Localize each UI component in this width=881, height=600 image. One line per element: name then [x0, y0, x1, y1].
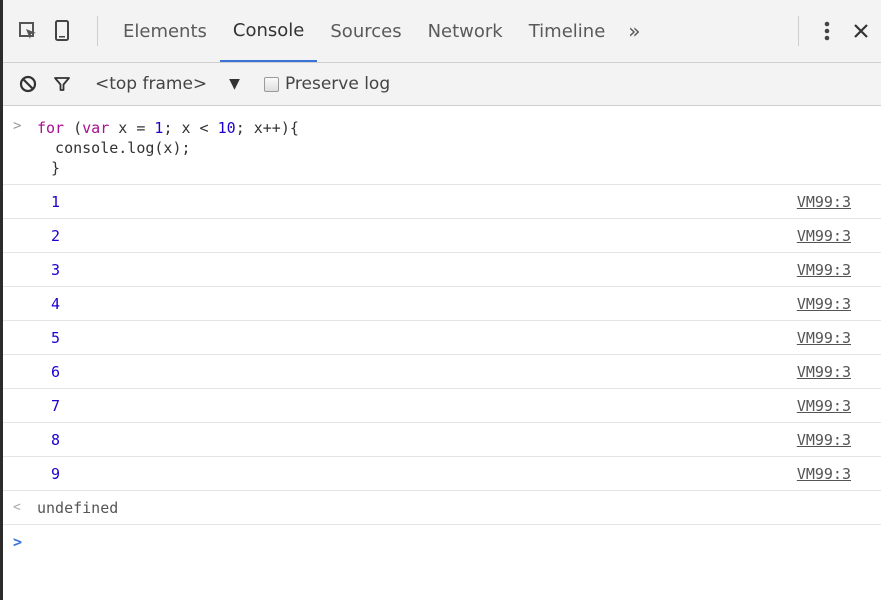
- preserve-log-label: Preserve log: [284, 74, 391, 94]
- log-value: 2: [51, 226, 61, 245]
- device-mode-icon[interactable]: [45, 0, 79, 62]
- kebab-menu-icon[interactable]: [813, 20, 841, 42]
- preserve-log-toggle[interactable]: Preserve log: [263, 74, 391, 94]
- toolbar-divider: [97, 16, 98, 46]
- log-source-link[interactable]: VM99:3: [797, 261, 851, 279]
- log-value: 4: [51, 294, 61, 313]
- log-source-link[interactable]: VM99:3: [797, 431, 851, 449]
- toolbar-divider: [798, 16, 799, 46]
- code-line-2: console.log(x);: [37, 139, 191, 157]
- log-source-link[interactable]: VM99:3: [797, 465, 851, 483]
- code-text: x =: [109, 119, 155, 137]
- log-row: 7 VM99:3: [3, 389, 881, 423]
- result-value: undefined: [37, 498, 119, 517]
- log-value: 7: [51, 396, 61, 415]
- preserve-log-checkbox[interactable]: [263, 76, 279, 92]
- code-keyword: var: [82, 119, 110, 137]
- log-value: 3: [51, 260, 61, 279]
- log-row: 6 VM99:3: [3, 355, 881, 389]
- chevron-down-icon: ▼: [229, 76, 240, 92]
- log-source-link[interactable]: VM99:3: [797, 397, 851, 415]
- log-row: 3 VM99:3: [3, 253, 881, 287]
- frame-select[interactable]: <top frame> ▼: [95, 74, 240, 94]
- console-toolbar: <top frame> ▼ Preserve log: [3, 63, 881, 106]
- filter-icon[interactable]: [45, 63, 79, 105]
- code-keyword: for: [37, 119, 65, 137]
- log-source-link[interactable]: VM99:3: [797, 295, 851, 313]
- log-row: 1 VM99:3: [3, 185, 881, 219]
- code-text: ; x++){: [235, 119, 299, 137]
- tab-sources[interactable]: Sources: [317, 0, 414, 62]
- inspect-element-icon[interactable]: [11, 0, 45, 62]
- result-arrow-icon: <: [13, 500, 21, 515]
- devtools-window: Elements Console Sources Network Timelin…: [0, 0, 881, 600]
- log-row: 5 VM99:3: [3, 321, 881, 355]
- log-row: 9 VM99:3: [3, 457, 881, 491]
- tab-elements[interactable]: Elements: [110, 0, 220, 62]
- tab-timeline[interactable]: Timeline: [516, 0, 619, 62]
- tab-console[interactable]: Console: [219, 0, 318, 62]
- console-prompt[interactable]: >: [3, 525, 881, 558]
- tab-network[interactable]: Network: [415, 0, 516, 62]
- input-prompt-icon: >: [13, 118, 22, 134]
- log-source-link[interactable]: VM99:3: [797, 329, 851, 347]
- log-row: 4 VM99:3: [3, 287, 881, 321]
- result-row: < undefined: [3, 491, 881, 525]
- code-text: ; x <: [163, 119, 218, 137]
- log-value: 5: [51, 328, 61, 347]
- console-output[interactable]: > for (var x = 1; x < 10; x++){ console.…: [3, 106, 881, 558]
- code-number: 10: [217, 119, 236, 137]
- close-icon[interactable]: [841, 23, 881, 39]
- code-line-3: }: [51, 159, 61, 177]
- log-source-link[interactable]: VM99:3: [797, 227, 851, 245]
- log-row: 2 VM99:3: [3, 219, 881, 253]
- clear-console-icon[interactable]: [11, 63, 45, 105]
- code-text: (: [64, 119, 83, 137]
- frame-select-label: <top frame>: [95, 74, 208, 94]
- log-value: 6: [51, 362, 61, 381]
- log-value: 8: [51, 430, 61, 449]
- log-source-link[interactable]: VM99:3: [797, 193, 851, 211]
- devtools-tabbar: Elements Console Sources Network Timelin…: [3, 0, 881, 63]
- code-line-1: for (var x = 1; x < 10; x++){: [3, 118, 881, 138]
- more-tabs-button[interactable]: »: [618, 0, 650, 62]
- log-source-link[interactable]: VM99:3: [797, 363, 851, 381]
- log-value: 9: [51, 464, 61, 483]
- prompt-caret-icon: >: [13, 532, 23, 551]
- console-input-entry: > for (var x = 1; x < 10; x++){ console.…: [3, 106, 881, 185]
- log-value: 1: [51, 192, 61, 211]
- log-row: 8 VM99:3: [3, 423, 881, 457]
